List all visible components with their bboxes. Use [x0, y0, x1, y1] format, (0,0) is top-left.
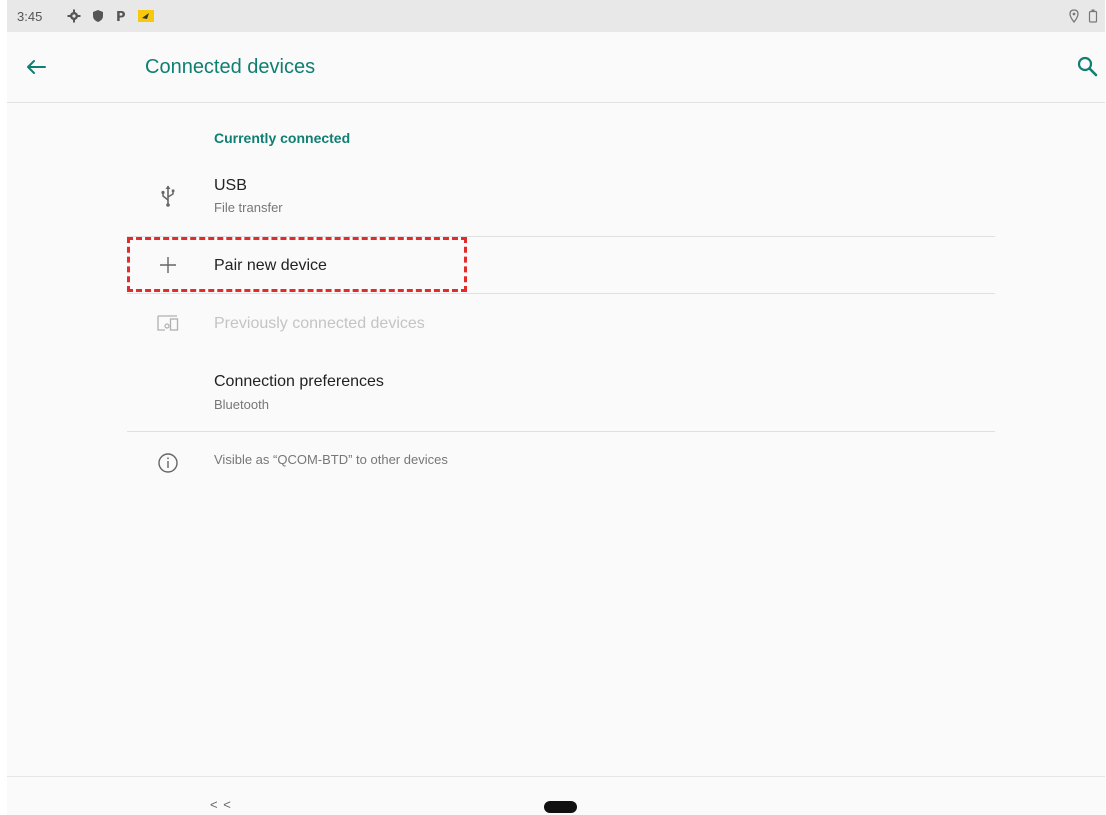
pair-new-device-title: Pair new device [214, 257, 327, 274]
svg-text:P: P [116, 10, 126, 23]
navigation-bar: < < [7, 776, 1105, 815]
status-bar: 3:45 P [7, 0, 1105, 32]
connection-preferences-summary: Bluetooth [214, 397, 269, 412]
parking-icon: P [114, 9, 128, 25]
page-title: Connected devices [145, 56, 316, 78]
usb-summary: File transfer [214, 200, 283, 215]
home-pill-icon[interactable] [544, 801, 577, 813]
settings-icon [67, 9, 81, 23]
visible-as-text: Visible as “QCOM-BTD” to other devices [214, 452, 448, 467]
section-header-currently-connected: Currently connected [214, 130, 351, 146]
connection-preferences-title: Connection preferences [214, 373, 384, 390]
nav-back-button[interactable]: < < [210, 797, 232, 812]
devices-icon [155, 310, 181, 336]
arrow-back-icon[interactable] [21, 52, 51, 82]
previously-connected-devices-title: Previously connected devices [214, 315, 425, 332]
connection-preferences-item[interactable]: Connection preferences Bluetooth [127, 352, 995, 430]
usb-preference[interactable]: USB File transfer [127, 165, 995, 233]
usb-icon [155, 183, 181, 209]
search-icon[interactable] [1073, 52, 1103, 82]
previously-connected-devices-item[interactable]: Previously connected devices [127, 294, 995, 352]
battery-icon [1087, 9, 1101, 23]
settings-screen: 3:45 P Connected devices Currently conne… [7, 0, 1105, 815]
app-bar: Connected devices [7, 32, 1105, 103]
usb-title: USB [214, 177, 247, 194]
info-icon [155, 450, 181, 476]
status-time: 3:45 [17, 9, 43, 24]
location-icon [1067, 9, 1081, 24]
divider [127, 431, 995, 432]
shield-icon [91, 9, 105, 23]
pair-new-device-item[interactable]: Pair new device [127, 237, 995, 293]
notification-icon [138, 9, 154, 23]
plus-icon [155, 252, 181, 278]
